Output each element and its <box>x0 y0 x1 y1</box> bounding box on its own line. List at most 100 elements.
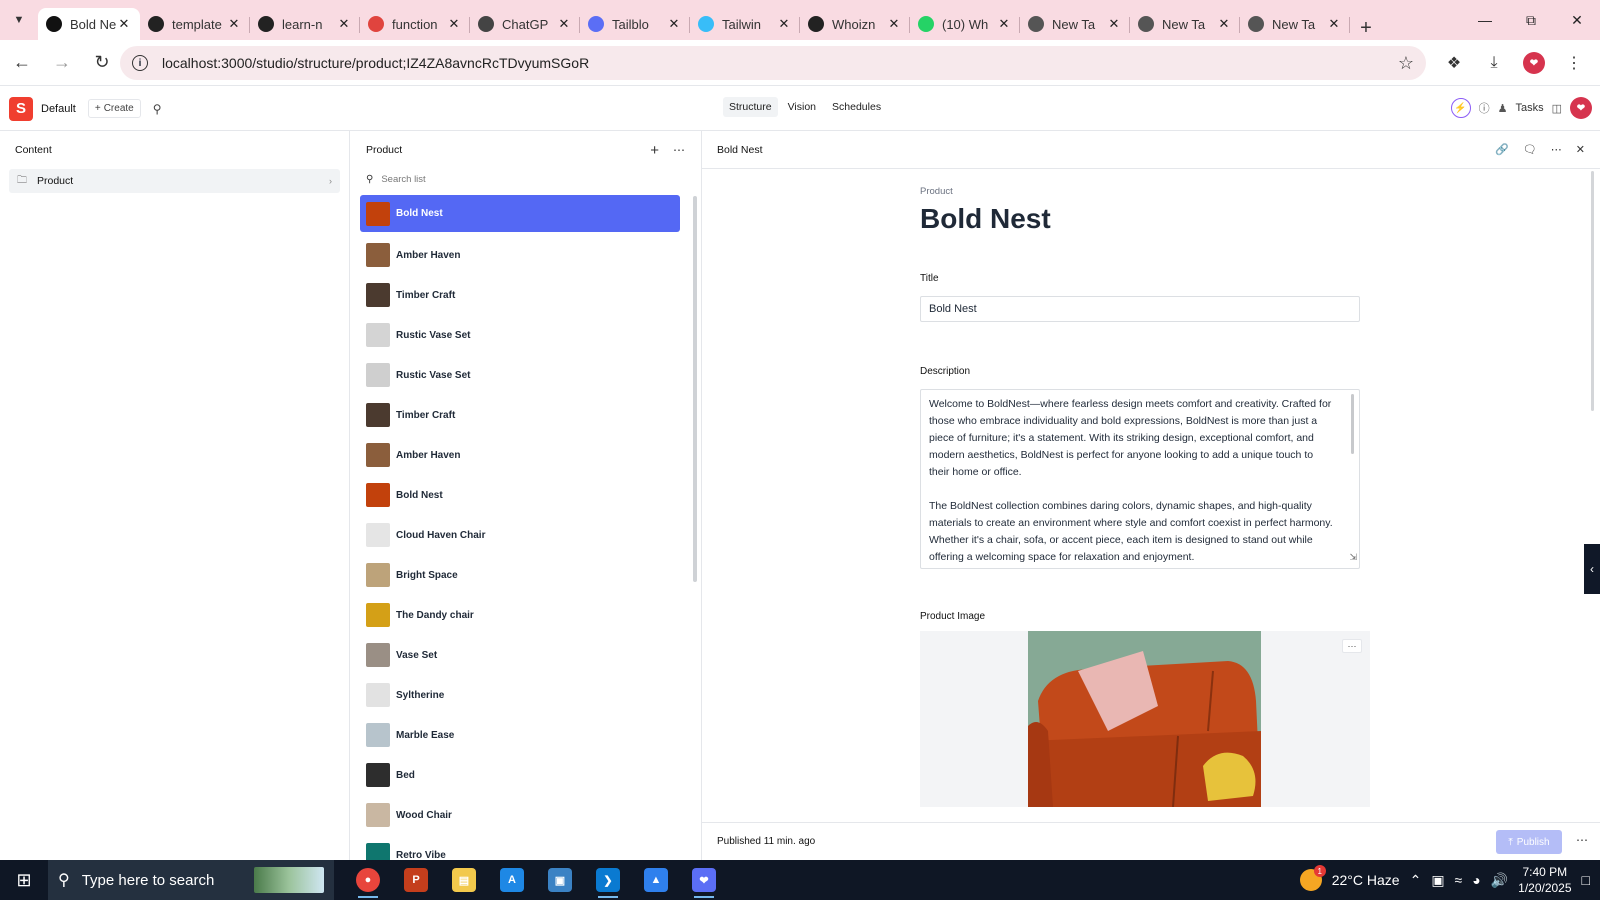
app-icon[interactable]: ❤ <box>680 860 728 900</box>
minimize-button[interactable]: — <box>1462 0 1508 40</box>
tab-structure[interactable]: Structure <box>723 97 778 117</box>
footer-more-icon[interactable]: ⋯ <box>1576 833 1588 847</box>
bookmark-star-icon[interactable]: ☆ <box>1398 53 1414 74</box>
tab-close-icon[interactable]: ✕ <box>116 16 132 32</box>
browser-tab[interactable]: function ✕ <box>360 8 470 40</box>
browser-tab[interactable]: New Ta ✕ <box>1020 8 1130 40</box>
user-avatar[interactable]: ❤ <box>1570 97 1592 119</box>
search-icon[interactable]: ⚲ <box>153 102 162 116</box>
new-tab-button[interactable]: + <box>1350 17 1382 40</box>
chrome-app-icon[interactable]: ● <box>344 860 392 900</box>
downloads-icon[interactable]: ⤓ <box>1476 46 1512 80</box>
restore-button[interactable]: ⧉ <box>1508 0 1554 40</box>
list-item[interactable]: Amber Haven <box>360 235 680 275</box>
tab-close-icon[interactable]: ✕ <box>556 16 572 32</box>
help-icon[interactable]: ⓘ <box>1479 100 1490 116</box>
list-item[interactable]: Rustic Vase Set <box>360 315 680 355</box>
tab-close-icon[interactable]: ✕ <box>886 16 902 32</box>
network-icon[interactable]: ≈ <box>1455 872 1463 888</box>
studio-logo[interactable]: S <box>9 96 33 121</box>
chevron-up-icon[interactable]: ⌃ <box>1410 872 1422 889</box>
list-item[interactable]: Bold Nest <box>360 195 680 232</box>
title-input[interactable]: Bold Nest <box>920 296 1360 322</box>
browser-tab[interactable]: ChatGP ✕ <box>470 8 580 40</box>
close-window-button[interactable]: ✕ <box>1554 0 1600 40</box>
tab-close-icon[interactable]: ✕ <box>446 16 462 32</box>
list-item[interactable]: Bed <box>360 755 680 795</box>
create-button[interactable]: + Create <box>87 99 141 118</box>
image-preview[interactable]: ⋯ <box>920 631 1370 807</box>
list-item[interactable]: Timber Craft <box>360 395 680 435</box>
volume-icon[interactable]: 🔊 <box>1491 872 1508 889</box>
reload-button[interactable]: ↻ <box>84 45 120 81</box>
notifications-icon[interactable]: □ <box>1582 872 1590 888</box>
tab-close-icon[interactable]: ✕ <box>1106 16 1122 32</box>
list-scrollbar[interactable] <box>693 196 697 582</box>
browser-tab[interactable]: template ✕ <box>140 8 250 40</box>
tab-close-icon[interactable]: ✕ <box>336 16 352 32</box>
tab-close-icon[interactable]: ✕ <box>996 16 1012 32</box>
browser-tab[interactable]: Bold Nest✕ <box>38 8 140 40</box>
publish-button[interactable]: ⤒ Publish <box>1496 830 1562 854</box>
back-button[interactable]: ← <box>4 45 40 81</box>
weather-text[interactable]: 22°C Haze <box>1332 872 1400 888</box>
document-scrollbar[interactable] <box>1591 171 1594 411</box>
extensions-icon[interactable]: ❖ <box>1436 46 1472 80</box>
clock[interactable]: 7:40 PM 1/20/2025 <box>1518 864 1571 896</box>
add-document-button[interactable]: + <box>650 142 659 159</box>
tab-close-icon[interactable]: ✕ <box>666 16 682 32</box>
azure-app-icon[interactable]: A <box>488 860 536 900</box>
description-textarea[interactable]: Welcome to BoldNest—where fearless desig… <box>920 389 1360 569</box>
taskbar-search[interactable]: ⚲ Type here to search <box>48 860 334 900</box>
list-item[interactable]: Rustic Vase Set <box>360 355 680 395</box>
list-item[interactable]: Retro Vibe <box>360 835 680 860</box>
powerpoint-app-icon[interactable]: P <box>392 860 440 900</box>
list-item[interactable]: Timber Craft <box>360 275 680 315</box>
browser-menu-icon[interactable]: ⋮ <box>1556 46 1592 80</box>
url-text[interactable]: localhost:3000/studio/structure/product;… <box>162 55 1398 71</box>
app-icon[interactable]: ▲ <box>632 860 680 900</box>
wifi-icon[interactable]: ◕ <box>1472 872 1480 888</box>
link-icon[interactable]: 🔗 <box>1495 143 1509 156</box>
tab-close-icon[interactable]: ✕ <box>1326 16 1342 32</box>
resize-handle-icon[interactable]: ⇲ <box>1349 549 1357 566</box>
expand-panel-button[interactable]: ‹ <box>1584 544 1600 594</box>
forward-button[interactable]: → <box>44 45 80 81</box>
browser-tab[interactable]: New Ta ✕ <box>1130 8 1240 40</box>
browser-tab[interactable]: New Ta ✕ <box>1240 8 1350 40</box>
profile-button[interactable]: ❤ <box>1516 46 1552 80</box>
browser-tab[interactable]: learn-n ✕ <box>250 8 360 40</box>
list-item[interactable]: Bold Nest <box>360 475 680 515</box>
meet-icon[interactable]: ▣ <box>1431 872 1444 889</box>
list-item[interactable]: The Dandy chair <box>360 595 680 635</box>
close-icon[interactable]: ✕ <box>1576 143 1585 156</box>
file-explorer-app-icon[interactable]: ▤ <box>440 860 488 900</box>
browser-tab[interactable]: Tailwin ✕ <box>690 8 800 40</box>
list-item[interactable]: Cloud Haven Chair <box>360 515 680 555</box>
list-item[interactable]: Wood Chair <box>360 795 680 835</box>
app-icon[interactable]: ▣ <box>536 860 584 900</box>
more-icon[interactable]: ⋯ <box>1551 143 1562 156</box>
content-item-product[interactable]: 🗀 Product › <box>9 169 340 193</box>
weather-icon[interactable]: 1 <box>1299 865 1326 891</box>
address-bar[interactable]: i localhost:3000/studio/structure/produc… <box>120 46 1426 80</box>
list-menu-button[interactable]: ⋯ <box>673 143 685 157</box>
presence-icon[interactable]: ♟ <box>1498 102 1508 115</box>
vscode-app-icon[interactable]: ❯ <box>584 860 632 900</box>
start-button[interactable]: ⊞ <box>0 860 48 900</box>
tab-search-button[interactable]: ▼ <box>0 0 38 40</box>
panel-icon[interactable]: ◫ <box>1552 102 1562 115</box>
tasks-button[interactable]: Tasks <box>1515 102 1543 114</box>
list-item[interactable]: Amber Haven <box>360 435 680 475</box>
browser-tab[interactable]: Tailblo ✕ <box>580 8 690 40</box>
textarea-scrollbar[interactable] <box>1351 394 1354 454</box>
browser-tab[interactable]: (10) Wh ✕ <box>910 8 1020 40</box>
list-search-input[interactable]: ⚲ Search list <box>350 169 701 189</box>
comment-icon[interactable]: 🗨 <box>1523 143 1537 156</box>
tab-close-icon[interactable]: ✕ <box>776 16 792 32</box>
tab-close-icon[interactable]: ✕ <box>226 16 242 32</box>
list-item[interactable]: Syltherine <box>360 675 680 715</box>
image-menu-button[interactable]: ⋯ <box>1342 639 1362 653</box>
tab-schedules[interactable]: Schedules <box>826 97 887 117</box>
tab-close-icon[interactable]: ✕ <box>1216 16 1232 32</box>
